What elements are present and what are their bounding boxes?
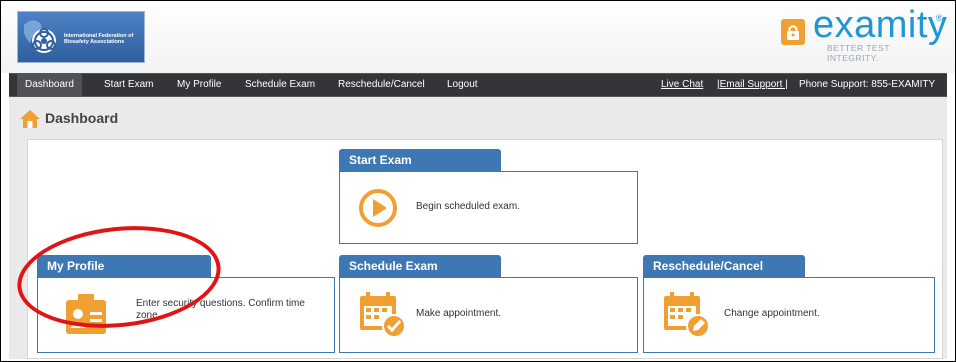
home-icon (20, 110, 40, 128)
schedule-exam-desc: Make appointment. (416, 308, 502, 319)
main-nav: Dashboard Start Exam My Profile Schedule… (9, 73, 947, 97)
nav-reschedule-cancel[interactable]: Reschedule/Cancel (330, 74, 433, 96)
brand-tagline: BETTER TEST INTEGRITY. (827, 43, 890, 63)
id-card-icon (66, 294, 106, 334)
examity-logo[interactable]: examity ® BETTER TEST INTEGRITY. (773, 5, 947, 63)
nav-start-exam[interactable]: Start Exam (96, 74, 161, 96)
brand-name: examity (813, 4, 948, 46)
calendar-check-icon (360, 292, 406, 338)
nav-logout[interactable]: Logout (439, 74, 486, 96)
calendar-edit-icon (664, 292, 710, 338)
schedule-exam-card-title[interactable]: Schedule Exam (339, 255, 501, 277)
live-chat-link[interactable]: Live Chat (661, 74, 703, 96)
biohazard-globe-icon (24, 20, 56, 53)
org-name: International Federation of Biosafety As… (64, 33, 134, 45)
site-header: International Federation of Biosafety As… (1, 1, 955, 73)
start-exam-desc: Begin scheduled exam. (416, 201, 520, 212)
schedule-exam-card[interactable]: Make appointment. (339, 277, 638, 353)
brand-registered-mark: ® (936, 13, 943, 23)
nav-dashboard[interactable]: Dashboard (17, 74, 82, 96)
nav-my-profile[interactable]: My Profile (169, 74, 229, 96)
reschedule-card[interactable]: Change appointment. (643, 277, 935, 353)
start-exam-card-title[interactable]: Start Exam (339, 149, 501, 171)
lock-icon (781, 19, 805, 45)
reschedule-desc: Change appointment. (724, 308, 820, 319)
my-profile-card-title[interactable]: My Profile (37, 255, 211, 277)
dashboard-content: Dashboard Start Exam Begin scheduled exa… (9, 97, 947, 359)
email-support-link[interactable]: |Email Support | (717, 74, 788, 96)
nav-schedule-exam[interactable]: Schedule Exam (237, 74, 323, 96)
phone-support-text: Phone Support: 855-EXAMITY (799, 79, 936, 90)
reschedule-card-title[interactable]: Reschedule/Cancel (643, 255, 805, 277)
start-exam-card[interactable]: Begin scheduled exam. (339, 171, 638, 244)
play-icon (359, 189, 397, 227)
org-logo[interactable]: International Federation of Biosafety As… (17, 11, 145, 63)
page-title: Dashboard (45, 110, 119, 126)
app-window: International Federation of Biosafety As… (0, 0, 956, 362)
my-profile-card[interactable]: Enter security questions. Confirm time z… (37, 277, 335, 353)
my-profile-desc: Enter security questions. Confirm time z… (136, 298, 305, 321)
